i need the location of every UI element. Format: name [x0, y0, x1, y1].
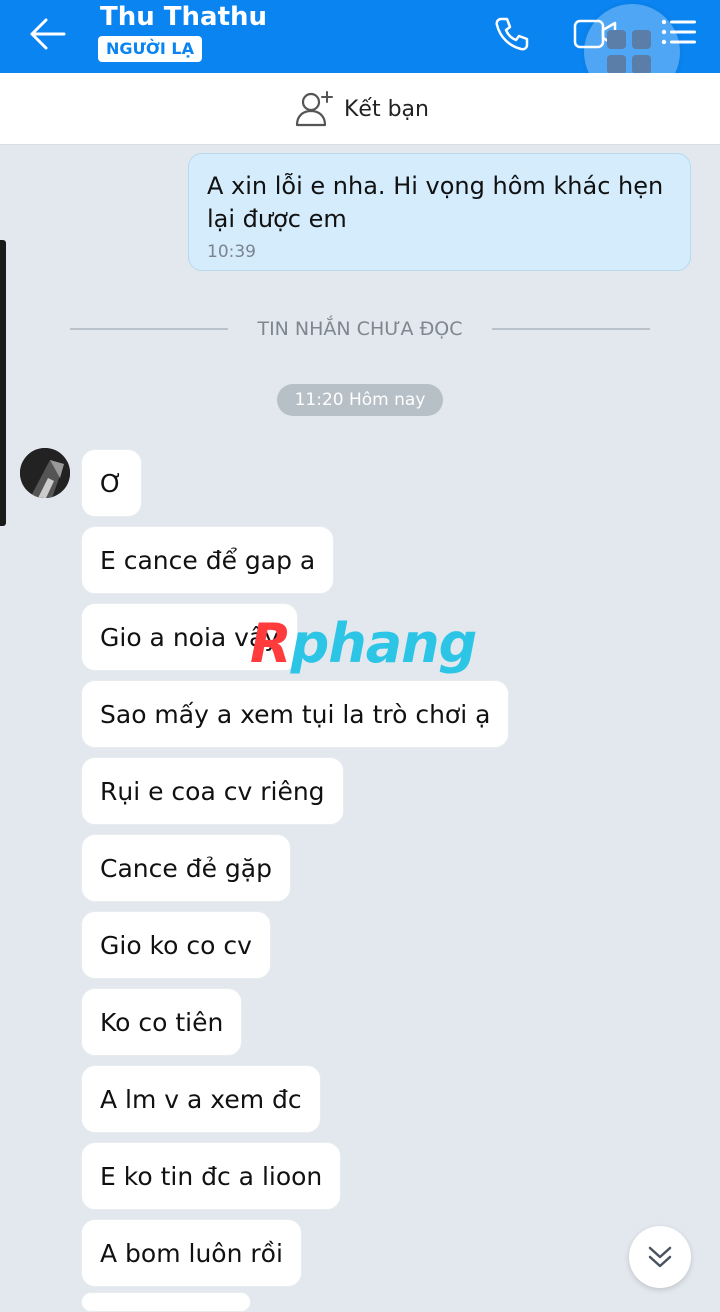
- double-chevron-down-icon: [648, 1246, 672, 1268]
- incoming-message[interactable]: Rụi e coa cv riêng: [81, 757, 344, 825]
- incoming-message[interactable]: Sao mấy a xem tụi la trò chơi ạ: [81, 680, 510, 748]
- apps-grid-icon[interactable]: [607, 30, 655, 78]
- back-arrow-icon[interactable]: [28, 16, 68, 52]
- add-friend-button[interactable]: Kết bạn: [294, 89, 429, 129]
- contact-name[interactable]: Thu Thathu: [100, 2, 267, 32]
- outgoing-message[interactable]: A xin lỗi e nha. Hi vọng hôm khác hẹn lạ…: [188, 153, 691, 271]
- incoming-message[interactable]: E cance để gap a: [81, 526, 335, 594]
- incoming-message-partial: [81, 1292, 251, 1312]
- divider-line: [70, 328, 228, 330]
- scroll-to-bottom-button[interactable]: [629, 1226, 691, 1288]
- time-chip: 11:20 Hôm nay: [277, 384, 443, 416]
- phone-icon[interactable]: [492, 14, 532, 54]
- add-friend-label: Kết bạn: [344, 96, 429, 122]
- incoming-message[interactable]: Ơ: [81, 449, 142, 517]
- incoming-message[interactable]: A bom luôn rồi: [81, 1219, 302, 1287]
- message-text: A xin lỗi e nha. Hi vọng hôm khác hẹn lạ…: [207, 172, 664, 233]
- unread-divider-label: TIN NHẮN CHƯA ĐỌC: [257, 318, 463, 340]
- stranger-badge: NGƯỜI LẠ: [98, 36, 202, 62]
- incoming-message[interactable]: Ko co tiên: [81, 988, 243, 1056]
- avatar[interactable]: [20, 448, 70, 498]
- screen-edge: [0, 240, 6, 526]
- watermark-logo: Rphang: [250, 612, 477, 675]
- divider-line: [492, 328, 650, 330]
- incoming-message[interactable]: E ko tin đc a lioon: [81, 1142, 342, 1210]
- add-friend-icon: [295, 91, 333, 127]
- message-time: 10:39: [207, 242, 256, 262]
- incoming-message[interactable]: Cance đẻ gặp: [81, 834, 291, 902]
- incoming-message[interactable]: Gio ko co cv: [81, 911, 271, 979]
- incoming-message[interactable]: A lm v a xem đc: [81, 1065, 321, 1133]
- add-friend-bar: Kết bạn: [0, 73, 720, 145]
